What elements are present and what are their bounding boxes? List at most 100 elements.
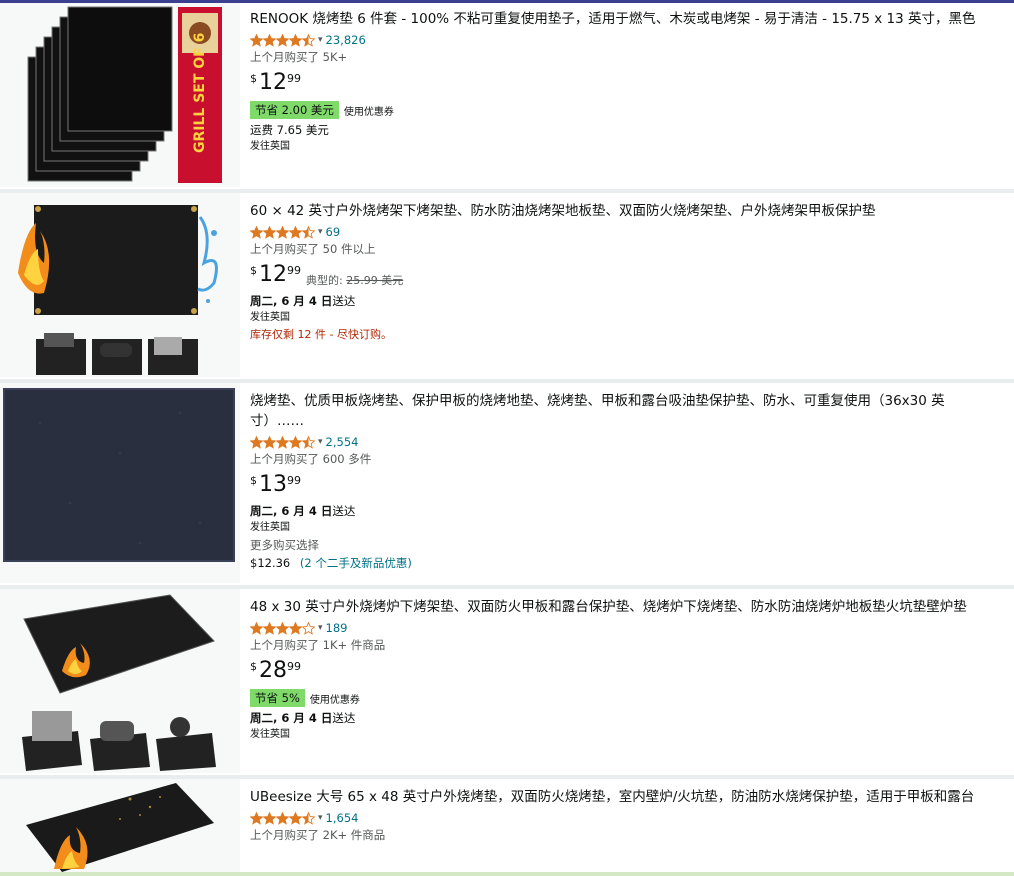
used-offers-link[interactable]: (2 个二手及新品优惠) — [300, 556, 412, 570]
delivery: 周二, 6 月 4 日送达 — [250, 292, 994, 310]
product-title[interactable]: UBeesize 大号 65 x 48 英寸户外烧烤垫，双面防火烧烤垫，室内壁炉… — [250, 787, 994, 807]
star-icon — [250, 33, 263, 47]
bought-last-month: 上个月购买了 600 多件 — [250, 452, 372, 466]
shipping-fee: 运费 7.65 美元 — [250, 123, 329, 137]
product-card[interactable]: 烧烤垫、优质甲板烧烤垫、保护甲板的烧烤地垫、烧烤垫、甲板和露台吸油垫保护垫、防水… — [0, 383, 1014, 585]
rating-row[interactable]: ▾ 2,554 — [250, 434, 994, 450]
star-icon — [289, 225, 302, 239]
product-image[interactable] — [0, 193, 240, 377]
coupon[interactable]: 节省 5% 使用优惠券 — [250, 689, 994, 707]
star-icon — [276, 621, 289, 635]
chevron-down-icon[interactable]: ▾ — [318, 35, 323, 45]
rating-row[interactable]: ▾ 23,826 — [250, 32, 994, 48]
price-whole: 12 — [259, 262, 287, 287]
price[interactable]: $ 13 99 — [250, 470, 994, 500]
price[interactable]: $ 28 99 — [250, 656, 994, 686]
star-icon — [263, 811, 276, 825]
product-card[interactable]: 48 x 30 英寸户外烧烤炉下烤架垫、双面防火甲板和露台保护垫、烧烤炉下烧烤垫… — [0, 589, 1014, 775]
product-image[interactable]: GRILL SET OF 6 — [0, 3, 240, 187]
star-icon — [250, 225, 263, 239]
star-icon — [263, 225, 276, 239]
ships-to: 发往英国 — [250, 729, 290, 740]
ships-to: 发往英国 — [250, 522, 290, 533]
rating-row[interactable]: ▾ 189 — [250, 620, 994, 636]
svg-text:GRILL SET OF 6: GRILL SET OF 6 — [192, 33, 208, 153]
typical-price-value: 25.99 美元 — [346, 274, 404, 287]
product-title[interactable]: RENOOK 烧烤垫 6 件套 - 100% 不粘可重复使用垫子，适用于燃气、木… — [250, 9, 994, 29]
price-fraction: 99 — [287, 72, 301, 85]
product-image[interactable] — [0, 589, 240, 773]
price[interactable]: $ 12 99 典型的: 25.99 美元 — [250, 260, 994, 290]
product-card[interactable]: UBeesize 大号 65 x 48 英寸户外烧烤垫，双面防火烧烤垫，室内壁炉… — [0, 779, 1014, 872]
star-icon — [302, 435, 315, 449]
star-rating — [250, 33, 315, 47]
chevron-down-icon[interactable]: ▾ — [318, 437, 323, 447]
product-image[interactable] — [0, 779, 240, 872]
star-icon — [276, 225, 289, 239]
star-icon — [289, 33, 302, 47]
rating-row[interactable]: ▾ 1,654 — [250, 810, 994, 826]
delivery-suffix: 送达 — [332, 504, 356, 518]
bought-last-month: 上个月购买了 5K+ — [250, 50, 348, 64]
ships-to: 发往英国 — [250, 141, 290, 152]
coupon-badge[interactable]: 节省 5% — [250, 689, 305, 707]
star-rating — [250, 621, 315, 635]
typical-label: 典型的: — [306, 274, 343, 287]
star-icon — [276, 33, 289, 47]
chevron-down-icon[interactable]: ▾ — [318, 623, 323, 633]
bought-last-month: 上个月购买了 2K+ 件商品 — [250, 828, 386, 842]
product-card[interactable]: GRILL SET OF 6 RENOOK 烧烤垫 6 件套 - 100% 不粘… — [0, 3, 1014, 189]
stock-warning: 库存仅剩 12 件 - 尽快订购。 — [250, 328, 392, 341]
typical-price: 典型的: 25.99 美元 — [306, 272, 403, 288]
price-currency: $ — [250, 264, 257, 277]
ships-to: 发往英国 — [250, 312, 290, 323]
delivery-suffix: 送达 — [332, 711, 356, 725]
price-currency: $ — [250, 72, 257, 85]
review-count[interactable]: 23,826 — [326, 33, 366, 47]
star-icon — [302, 33, 315, 47]
used-offers-row[interactable]: $12.36 (2 个二手及新品优惠) — [250, 554, 994, 572]
delivery-date: 周二, 6 月 4 日 — [250, 294, 333, 308]
review-count[interactable]: 1,654 — [326, 811, 359, 825]
star-icon — [289, 811, 302, 825]
product-title[interactable]: 60 × 42 英寸户外烧烤架下烤架垫、防水防油烧烤架地板垫、双面防火烧烤架垫、… — [250, 201, 994, 221]
product-title[interactable]: 烧烤垫、优质甲板烧烤垫、保护甲板的烧烤地垫、烧烤垫、甲板和露台吸油垫保护垫、防水… — [250, 391, 994, 431]
price-whole: 13 — [259, 472, 287, 497]
price[interactable]: $ 12 99 — [250, 68, 994, 98]
star-icon — [250, 435, 263, 449]
coupon-badge[interactable]: 节省 2.00 美元 — [250, 101, 339, 119]
star-rating — [250, 435, 315, 449]
bottom-border — [0, 872, 1014, 876]
product-image[interactable] — [0, 383, 240, 583]
review-count[interactable]: 189 — [326, 621, 348, 635]
used-price: $12.36 — [250, 556, 291, 570]
more-buying-choices: 更多购买选择 — [250, 538, 319, 552]
star-icon — [302, 621, 315, 635]
star-icon — [263, 621, 276, 635]
product-title[interactable]: 48 x 30 英寸户外烧烤炉下烤架垫、双面防火甲板和露台保护垫、烧烤炉下烧烤垫… — [250, 597, 994, 617]
delivery-date: 周二, 6 月 4 日 — [250, 711, 333, 725]
price-currency: $ — [250, 660, 257, 673]
star-icon — [302, 225, 315, 239]
star-icon — [276, 811, 289, 825]
star-rating — [250, 225, 315, 239]
review-count[interactable]: 69 — [326, 225, 341, 239]
star-icon — [263, 435, 276, 449]
rating-row[interactable]: ▾ 69 — [250, 224, 994, 240]
bought-last-month: 上个月购买了 1K+ 件商品 — [250, 638, 386, 652]
price-fraction: 99 — [287, 264, 301, 277]
star-icon — [302, 811, 315, 825]
chevron-down-icon[interactable]: ▾ — [318, 813, 323, 823]
product-card[interactable]: 60 × 42 英寸户外烧烤架下烤架垫、防水防油烧烤架地板垫、双面防火烧烤架垫、… — [0, 193, 1014, 379]
star-icon — [250, 621, 263, 635]
price-fraction: 99 — [287, 660, 301, 673]
review-count[interactable]: 2,554 — [326, 435, 359, 449]
star-rating — [250, 811, 315, 825]
chevron-down-icon[interactable]: ▾ — [318, 227, 323, 237]
price-whole: 12 — [259, 70, 287, 95]
delivery: 周二, 6 月 4 日送达 — [250, 709, 994, 727]
coupon[interactable]: 节省 2.00 美元 使用优惠券 — [250, 101, 994, 119]
star-icon — [250, 811, 263, 825]
coupon-note: 使用优惠券 — [309, 694, 360, 706]
delivery-date: 周二, 6 月 4 日 — [250, 504, 333, 518]
